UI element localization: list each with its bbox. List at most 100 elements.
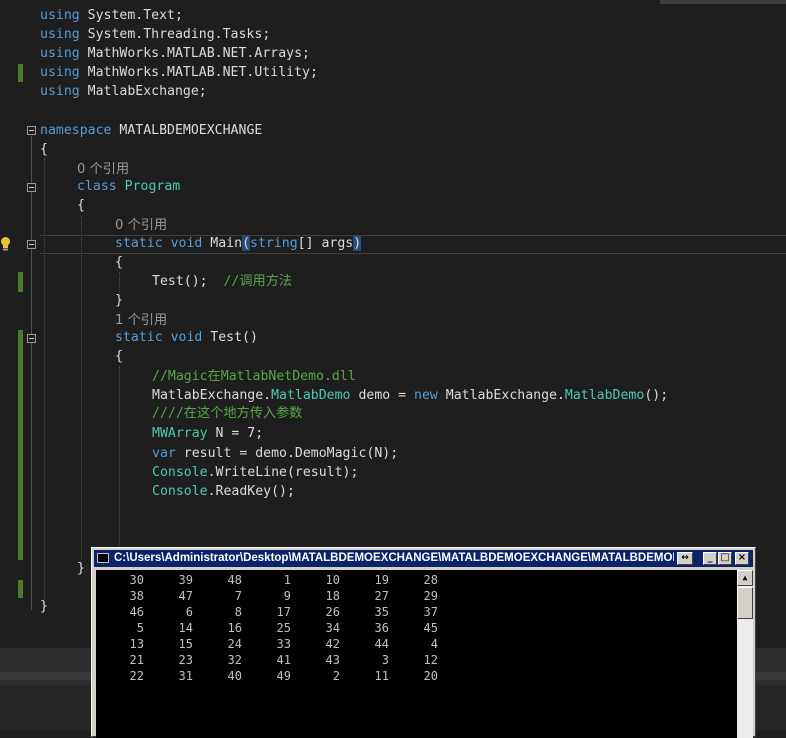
console-cell: 25: [276, 621, 291, 635]
type-name: Console: [152, 465, 208, 480]
code-line[interactable]: using MathWorks.MATLAB.NET.Arrays;: [40, 44, 310, 63]
change-marker: [18, 330, 23, 560]
code-text: MatlabExchange.: [437, 388, 565, 403]
console-cell: 7: [234, 589, 242, 603]
editor-top-bar: [660, 0, 786, 4]
code-line[interactable]: MatlabExchange.MatlabDemo demo = new Mat…: [152, 386, 668, 405]
code-line[interactable]: Console.ReadKey();: [152, 482, 295, 501]
comment: ////在这个地方传入参数: [152, 406, 303, 421]
console-cell: 40: [227, 669, 242, 683]
code-text: Test();: [152, 274, 208, 289]
fold-toggle-namespace[interactable]: [27, 126, 36, 135]
console-cell: 31: [178, 669, 193, 683]
code-line[interactable]: }: [115, 291, 123, 310]
console-cell: 8: [234, 605, 242, 619]
console-cell: 3: [381, 653, 389, 667]
brace: {: [115, 255, 123, 270]
console-row: 21 23 32 41 43 3 12: [96, 652, 438, 668]
type-name: MWArray: [152, 426, 208, 441]
code-line[interactable]: using System.Text;: [40, 6, 183, 25]
code-line[interactable]: {: [115, 347, 123, 366]
console-cell: 29: [423, 589, 438, 603]
console-window[interactable]: C:\Users\Administrator\Desktop\MATALBDEM…: [91, 547, 756, 738]
reference-count[interactable]: 0 个引用: [115, 216, 167, 235]
resize-icon[interactable]: ↔: [677, 552, 693, 565]
code-text: System.Threading.Tasks;: [79, 27, 271, 42]
brace: }: [77, 561, 85, 576]
code-line[interactable]: using System.Threading.Tasks;: [40, 25, 270, 44]
console-row: 13 15 24 33 42 44 4: [96, 636, 438, 652]
console-scrollbar[interactable]: ▲: [737, 570, 753, 738]
fold-line-namespace: [31, 136, 32, 610]
change-marker: [18, 64, 23, 82]
code-text: result = demo.DemoMagic(N);: [175, 446, 399, 461]
code-line[interactable]: ////在这个地方传入参数: [152, 404, 302, 423]
console-cell: 10: [325, 573, 340, 587]
console-cell: 27: [374, 589, 389, 603]
code-line[interactable]: //Magic在MatlabNetDemo.dll: [152, 367, 356, 386]
code-text: System.Text;: [79, 8, 183, 23]
console-cell: 36: [374, 621, 389, 635]
close-button[interactable]: ×: [735, 552, 749, 565]
keyword: using: [40, 84, 80, 99]
fold-toggle-class[interactable]: [27, 183, 36, 192]
console-app-icon: [97, 552, 109, 563]
code-text: [] args: [297, 236, 354, 251]
code-line[interactable]: MWArray N = 7;: [152, 424, 263, 443]
code-line-main[interactable]: static void Main(string[] args): [115, 234, 362, 253]
code-text: MatlabExchange.: [152, 388, 272, 403]
class-name: Program: [124, 179, 181, 194]
console-cell: 41: [276, 653, 291, 667]
minimize-button[interactable]: _: [703, 552, 717, 565]
brace: {: [115, 349, 123, 364]
keyword: using: [40, 65, 80, 80]
fold-toggle-main[interactable]: [27, 240, 36, 249]
console-cell: 32: [227, 653, 242, 667]
code-line[interactable]: Console.WriteLine(result);: [152, 463, 358, 482]
indent-guide: [44, 158, 45, 608]
brace: {: [77, 198, 85, 213]
console-cell: 19: [374, 573, 389, 587]
code-line[interactable]: using MatlabExchange;: [40, 82, 207, 101]
console-output[interactable]: 30 39 48 1 10 19 28 38 47 7 9 18 27 29 46 6 8 17 26 35 37 5 14…: [96, 570, 737, 738]
code-line-namespace[interactable]: namespace MATALBDEMOEXCHANGE: [40, 121, 262, 140]
keyword: new: [414, 388, 438, 403]
console-cell: 20: [423, 669, 438, 683]
console-cell: 46: [129, 605, 144, 619]
console-cell: 47: [178, 589, 193, 603]
lightbulb-icon[interactable]: [0, 236, 11, 252]
console-cell: 33: [276, 637, 291, 651]
console-cell: 4: [430, 637, 438, 651]
code-line[interactable]: using MathWorks.MATLAB.NET.Utility;: [40, 63, 318, 82]
code-line[interactable]: {: [40, 140, 48, 159]
console-title-bar[interactable]: C:\Users\Administrator\Desktop\MATALBDEM…: [94, 550, 753, 567]
code-text: MathWorks.MATLAB.NET.Utility;: [79, 65, 318, 80]
code-text: N = 7;: [207, 426, 264, 441]
code-line[interactable]: var result = demo.DemoMagic(N);: [152, 444, 398, 463]
brace: }: [40, 599, 48, 614]
scroll-thumb[interactable]: [737, 587, 753, 619]
code-line[interactable]: {: [77, 196, 85, 215]
indent-guide: [81, 216, 82, 570]
code-line-test[interactable]: static void Test(): [115, 328, 258, 347]
scroll-up-button[interactable]: ▲: [737, 570, 753, 586]
console-cell: 18: [325, 589, 340, 603]
code-line[interactable]: }: [40, 597, 48, 616]
fold-toggle-test[interactable]: [27, 334, 36, 343]
console-cell: 30: [129, 573, 144, 587]
console-cell: 34: [325, 621, 340, 635]
console-cell: 1: [283, 573, 291, 587]
code-line[interactable]: }: [77, 559, 85, 578]
console-cell: 5: [136, 621, 144, 635]
console-cell: 26: [325, 605, 340, 619]
code-line[interactable]: Test(); //调用方法: [152, 272, 292, 291]
namespace-name: MATALBDEMOEXCHANGE: [111, 123, 263, 138]
code-line-class[interactable]: class Program: [77, 177, 180, 196]
console-cell: 9: [283, 589, 291, 603]
code-line[interactable]: {: [115, 253, 123, 272]
console-cell: 15: [178, 637, 193, 651]
console-cell: 12: [423, 653, 438, 667]
keyword: class: [77, 179, 117, 194]
maximize-button[interactable]: □: [718, 552, 732, 565]
keyword: using: [40, 27, 80, 42]
